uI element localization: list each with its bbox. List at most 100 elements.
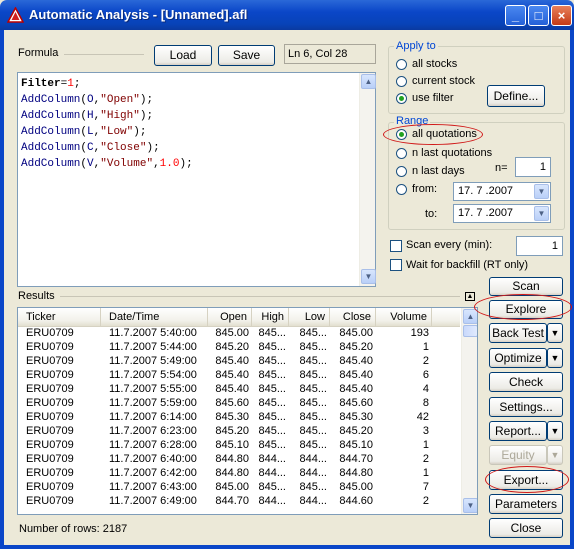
cell-volume: 2 (422, 355, 429, 367)
cell-datetime: 11.7.2007 5:54:00 (109, 369, 197, 381)
label-n-last-quotations[interactable]: n last quotations (412, 147, 492, 159)
table-row[interactable]: ERU0709 11.7.2007 6:42:00 844.80 844... 844.… (18, 466, 460, 480)
back-test-button[interactable]: Back Test (489, 323, 547, 343)
label-current-stock[interactable]: current stock (412, 75, 475, 87)
scan-every-label[interactable]: Scan every (min): (406, 239, 492, 251)
cell-datetime: 11.7.2007 5:49:00 (109, 355, 197, 367)
n-equals-label: n= (495, 162, 508, 174)
optimize-button[interactable]: Optimize (489, 348, 547, 368)
radio-n-last-quotations[interactable] (396, 148, 407, 159)
results-scrollbar[interactable]: ▲ ▼ (461, 308, 477, 514)
cell-low: 845... (299, 355, 327, 367)
column-header-close[interactable]: Close (330, 308, 376, 326)
chevron-down-icon[interactable]: ▼ (534, 206, 549, 221)
wait-backfill-checkbox[interactable] (390, 259, 402, 271)
save-button[interactable]: Save (218, 45, 275, 66)
table-row[interactable]: ERU0709 11.7.2007 6:40:00 844.80 844... 844.… (18, 452, 460, 466)
check-button[interactable]: Check (489, 372, 563, 392)
label-n-last-days[interactable]: n last days (412, 165, 465, 177)
radio-use-filter[interactable] (396, 93, 407, 104)
table-row[interactable]: ERU0709 11.7.2007 5:54:00 845.40 845... 845.… (18, 368, 460, 382)
cell-volume: 7 (422, 481, 429, 493)
cell-low: 845... (299, 439, 327, 451)
cell-open: 845.20 (215, 341, 249, 353)
cell-volume: 6 (422, 369, 429, 381)
results-table[interactable]: Ticker Date/Time Open High Low Close Vol… (17, 307, 478, 515)
highlight-ellipse-all-quotations (383, 124, 483, 145)
cell-volume: 1 (422, 341, 429, 353)
scroll-down-icon[interactable]: ▼ (361, 269, 376, 284)
load-button[interactable]: Load (154, 45, 212, 66)
cell-low: 845... (299, 327, 327, 339)
to-date-picker[interactable]: 17. 7 .2007 ▼ (453, 204, 551, 223)
chevron-down-icon[interactable]: ▼ (534, 184, 549, 199)
table-row[interactable]: ERU0709 11.7.2007 5:49:00 845.40 845... 845.… (18, 354, 460, 368)
cell-high: 844... (258, 467, 286, 479)
radio-n-last-days[interactable] (396, 166, 407, 177)
from-date-value: 17. 7 .2007 (458, 185, 514, 197)
table-row[interactable]: ERU0709 11.7.2007 6:43:00 845.00 845... 845.… (18, 480, 460, 494)
amibroker-logo-icon (7, 7, 24, 23)
formula-editor[interactable]: Filter=1; AddColumn(O,"Open"); AddColumn… (17, 72, 376, 287)
equity-dropdown-icon[interactable]: ▼ (547, 445, 563, 465)
window-frame-right (570, 30, 574, 549)
cell-datetime: 11.7.2007 6:49:00 (109, 495, 197, 507)
formula-label: Formula (18, 47, 59, 59)
cell-high: 845... (258, 481, 286, 493)
table-row[interactable]: ERU0709 11.7.2007 6:28:00 845.10 845... 845.… (18, 438, 460, 452)
wait-backfill-label[interactable]: Wait for backfill (RT only) (406, 259, 528, 271)
radio-current-stock[interactable] (396, 76, 407, 87)
label-all-stocks[interactable]: all stocks (412, 58, 457, 70)
radio-all-stocks[interactable] (396, 59, 407, 70)
cell-close: 845.10 (339, 439, 373, 451)
cell-volume: 4 (422, 383, 429, 395)
collapse-results-icon[interactable]: ▲ (465, 292, 475, 301)
cell-low: 845... (299, 411, 327, 423)
editor-scrollbar[interactable]: ▲ ▼ (359, 73, 376, 286)
column-header-low[interactable]: Low (289, 308, 330, 326)
cell-volume: 193 (410, 327, 429, 339)
minimize-button[interactable]: _ (505, 5, 526, 26)
cell-low: 844... (299, 495, 327, 507)
table-row[interactable]: ERU0709 11.7.2007 5:44:00 845.20 845... 845.… (18, 340, 460, 354)
column-header-volume[interactable]: Volume (376, 308, 432, 326)
scroll-up-icon[interactable]: ▲ (361, 74, 376, 89)
column-header-ticker[interactable]: Ticker (18, 308, 101, 326)
scroll-thumb[interactable] (463, 325, 477, 337)
column-header-datetime[interactable]: Date/Time (101, 308, 208, 326)
cell-ticker: ERU0709 (26, 495, 74, 507)
scroll-down-icon[interactable]: ▼ (463, 498, 477, 513)
table-row[interactable]: ERU0709 11.7.2007 6:23:00 845.20 845... 845.… (18, 424, 460, 438)
optimize-dropdown-icon[interactable]: ▼ (547, 348, 563, 368)
scan-every-checkbox[interactable] (390, 240, 402, 252)
table-row[interactable]: ERU0709 11.7.2007 6:14:00 845.30 845... 845.… (18, 410, 460, 424)
define-button[interactable]: Define... (487, 85, 545, 107)
equity-button[interactable]: Equity (489, 445, 547, 465)
from-date-picker[interactable]: 17. 7 .2007 ▼ (453, 182, 551, 201)
report-dropdown-icon[interactable]: ▼ (547, 421, 563, 441)
radio-from[interactable] (396, 184, 407, 195)
table-row[interactable]: ERU0709 11.7.2007 6:49:00 844.70 844... 844.… (18, 494, 460, 508)
label-from[interactable]: from: (412, 183, 437, 195)
back-test-dropdown-icon[interactable]: ▼ (547, 323, 563, 343)
cell-close: 844.80 (339, 467, 373, 479)
report-button[interactable]: Report... (489, 421, 547, 441)
cell-open: 845.40 (215, 369, 249, 381)
parameters-button[interactable]: Parameters (489, 494, 563, 514)
maximize-button[interactable]: □ (528, 5, 549, 26)
n-value-input[interactable]: 1 (515, 157, 551, 177)
cell-volume: 3 (422, 425, 429, 437)
column-header-high[interactable]: High (252, 308, 289, 326)
cell-close: 845.20 (339, 341, 373, 353)
scan-every-input[interactable]: 1 (516, 236, 563, 256)
table-row[interactable]: ERU0709 11.7.2007 5:55:00 845.40 845... 845.… (18, 382, 460, 396)
column-header-open[interactable]: Open (208, 308, 252, 326)
cell-close: 845.60 (339, 397, 373, 409)
formula-code[interactable]: Filter=1; AddColumn(O,"Open"); AddColumn… (21, 76, 193, 172)
table-row[interactable]: ERU0709 11.7.2007 5:40:00 845.00 845... 845.… (18, 326, 460, 340)
label-use-filter[interactable]: use filter (412, 92, 454, 104)
table-row[interactable]: ERU0709 11.7.2007 5:59:00 845.60 845... 845.… (18, 396, 460, 410)
close-button[interactable]: Close (489, 518, 563, 538)
settings-button[interactable]: Settings... (489, 397, 563, 417)
close-window-button[interactable]: × (551, 5, 572, 26)
